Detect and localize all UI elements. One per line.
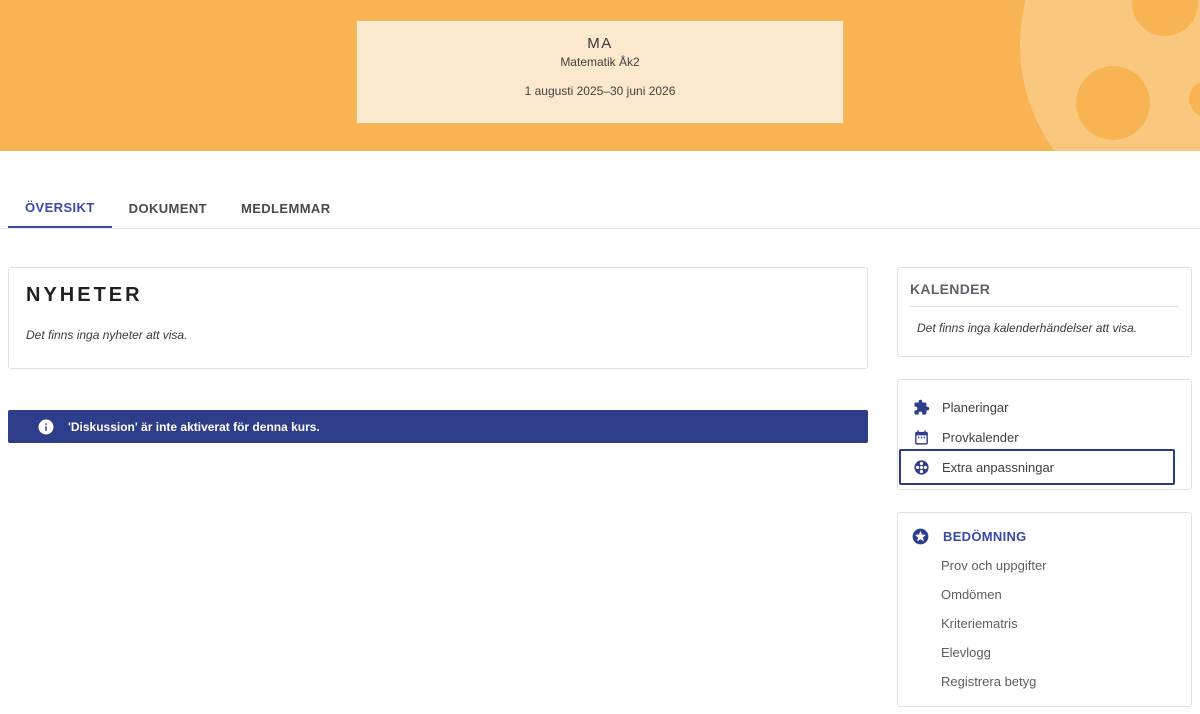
link-provkalender[interactable]: Provkalender — [898, 422, 1191, 452]
quick-links-card: Planeringar Provkalender — [897, 379, 1192, 490]
link-label: Provkalender — [942, 430, 1019, 445]
wheel-icon — [913, 459, 930, 476]
main-column: NYHETER Det finns inga nyheter att visa.… — [8, 267, 868, 443]
assessment-card: BEDÖMNING Prov och uppgifter Omdömen Kri… — [897, 512, 1192, 707]
news-empty-message: Det finns inga nyheter att visa. — [26, 328, 867, 342]
course-banner: MA Matematik Åk2 1 augusti 2025–30 juni … — [0, 0, 1200, 151]
link-label: Extra anpassningar — [942, 460, 1054, 475]
tab-dokument[interactable]: DOKUMENT — [112, 189, 224, 228]
assessment-item-prov-och-uppgifter[interactable]: Prov och uppgifter — [898, 551, 1191, 580]
news-card: NYHETER Det finns inga nyheter att visa. — [8, 267, 868, 369]
link-planeringar[interactable]: Planeringar — [898, 392, 1191, 422]
link-extra-anpassningar[interactable]: Extra anpassningar — [899, 449, 1175, 485]
assessment-item-elevlogg[interactable]: Elevlogg — [898, 638, 1191, 667]
info-icon — [37, 418, 55, 436]
notice-message: 'Diskussion' är inte aktiverat för denna… — [68, 420, 320, 434]
divider — [910, 306, 1179, 307]
course-name: Matematik Åk2 — [358, 55, 842, 69]
tab-medlemmar[interactable]: MEDLEMMAR — [224, 189, 348, 228]
calendar-icon — [913, 429, 930, 446]
discussion-disabled-notice: 'Diskussion' är inte aktiverat för denna… — [8, 410, 868, 443]
course-code: MA — [358, 35, 842, 52]
course-info-card: MA Matematik Åk2 1 augusti 2025–30 juni … — [357, 21, 843, 123]
puzzle-icon — [913, 399, 930, 416]
tab-oversikt[interactable]: ÖVERSIKT — [8, 189, 112, 228]
calendar-card: KALENDER Det finns inga kalenderhändelse… — [897, 267, 1192, 357]
assessment-item-registrera-betyg[interactable]: Registrera betyg — [898, 667, 1191, 696]
calendar-title: KALENDER — [910, 281, 1179, 297]
assessment-header[interactable]: BEDÖMNING — [898, 521, 1191, 551]
link-label: Planeringar — [942, 400, 1009, 415]
assessment-title: BEDÖMNING — [943, 529, 1027, 544]
calendar-empty-message: Det finns inga kalenderhändelser att vis… — [917, 321, 1179, 335]
star-circle-icon — [911, 527, 930, 546]
assessment-item-kriteriematris[interactable]: Kriteriematris — [898, 609, 1191, 638]
course-date-range: 1 augusti 2025–30 juni 2026 — [358, 84, 842, 98]
decorative-circle — [1076, 66, 1150, 140]
page-content: NYHETER Det finns inga nyheter att visa.… — [0, 267, 1200, 707]
assessment-item-omdomen[interactable]: Omdömen — [898, 580, 1191, 609]
news-title: NYHETER — [26, 284, 867, 307]
sidebar: KALENDER Det finns inga kalenderhändelse… — [897, 267, 1192, 707]
course-tab-bar: ÖVERSIKT DOKUMENT MEDLEMMAR — [0, 189, 1200, 229]
